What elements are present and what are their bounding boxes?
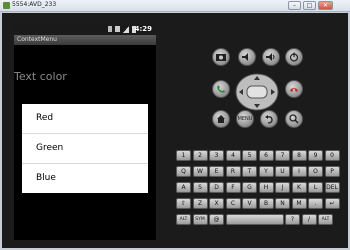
key-5[interactable]: 5 bbox=[242, 150, 257, 161]
key-s[interactable]: S bbox=[192, 182, 208, 193]
text-color-label[interactable]: Text color bbox=[14, 70, 67, 83]
close-button[interactable]: ✕ bbox=[318, 1, 333, 10]
menu-item-green[interactable]: Green bbox=[22, 134, 148, 163]
hardware-keyboard: 1 2 3 4 5 6 7 8 9 0 Q W E R T Y U I O P A S D F G H J K L DEL ⇧ Z X C V B N M… bbox=[176, 150, 340, 238]
key-c[interactable]: C bbox=[225, 198, 241, 209]
key-sym[interactable]: SYM bbox=[192, 214, 208, 225]
key-@[interactable]: @ bbox=[209, 214, 224, 225]
key-alt[interactable]: ALT bbox=[318, 214, 333, 225]
key-2[interactable]: 2 bbox=[192, 150, 208, 161]
app-title: ContextMenu bbox=[17, 36, 57, 43]
menu-item-red[interactable]: Red bbox=[22, 104, 148, 133]
volume-up-icon bbox=[266, 53, 275, 61]
call-button[interactable] bbox=[212, 80, 230, 98]
key-u[interactable]: U bbox=[275, 166, 290, 177]
key-⇧[interactable]: ⇧ bbox=[176, 198, 191, 209]
app-icon bbox=[3, 2, 10, 9]
volume-down-button[interactable] bbox=[238, 48, 256, 66]
key-8[interactable]: 8 bbox=[291, 150, 307, 161]
status-time: 4:29 bbox=[134, 25, 152, 33]
key-z[interactable]: Z bbox=[192, 198, 208, 209]
key-v[interactable]: V bbox=[242, 198, 257, 209]
device-screen: 4:29 ContextMenu Text color Red Green Bl… bbox=[14, 24, 156, 240]
volume-up-button[interactable] bbox=[262, 48, 280, 66]
key-j[interactable]: J bbox=[275, 182, 290, 193]
key-n[interactable]: N bbox=[275, 198, 290, 209]
volume-down-icon bbox=[242, 53, 248, 61]
key-x[interactable]: X bbox=[209, 198, 224, 209]
key-1[interactable]: 1 bbox=[176, 150, 191, 161]
key-h[interactable]: H bbox=[258, 182, 274, 193]
back-button[interactable] bbox=[260, 110, 278, 128]
camera-button[interactable] bbox=[212, 48, 230, 66]
signal-icon bbox=[123, 26, 129, 33]
status-bar: 4:29 bbox=[14, 24, 156, 35]
home-button[interactable] bbox=[212, 110, 230, 128]
key-3[interactable]: 3 bbox=[209, 150, 224, 161]
key-o[interactable]: O bbox=[308, 166, 323, 177]
key-f[interactable]: F bbox=[225, 182, 241, 193]
key-k[interactable]: K bbox=[291, 182, 307, 193]
key-0[interactable]: 0 bbox=[324, 150, 340, 161]
minimize-button[interactable]: – bbox=[288, 1, 301, 10]
key-g[interactable]: G bbox=[242, 182, 257, 193]
window-titlebar: 5554:AVD_233 – □ ✕ bbox=[0, 0, 350, 12]
key-del[interactable]: DEL bbox=[324, 182, 340, 193]
key-space[interactable] bbox=[225, 214, 284, 225]
back-icon bbox=[265, 115, 273, 124]
key-9[interactable]: 9 bbox=[308, 150, 323, 161]
key-t[interactable]: T bbox=[242, 166, 257, 177]
sdcard-icon bbox=[115, 26, 120, 32]
maximize-button[interactable]: □ bbox=[303, 1, 316, 10]
key-q[interactable]: Q bbox=[176, 166, 191, 177]
menu-button[interactable]: MENU bbox=[236, 110, 254, 128]
key-6[interactable]: 6 bbox=[258, 150, 274, 161]
key-y[interactable]: Y bbox=[258, 166, 274, 177]
end-call-button[interactable] bbox=[285, 80, 303, 98]
search-icon bbox=[289, 114, 299, 124]
end-call-icon bbox=[290, 88, 298, 92]
window-title: 5554:AVD_233 bbox=[12, 1, 57, 8]
key-4[interactable]: 4 bbox=[225, 150, 241, 161]
usb-icon bbox=[108, 26, 112, 32]
dpad-center[interactable] bbox=[246, 85, 268, 99]
key-m[interactable]: M bbox=[291, 198, 307, 209]
power-icon bbox=[289, 52, 299, 62]
key-w[interactable]: W bbox=[192, 166, 208, 177]
power-button[interactable] bbox=[285, 48, 303, 66]
call-icon bbox=[217, 85, 225, 93]
dpad[interactable] bbox=[235, 73, 279, 111]
key-d[interactable]: D bbox=[209, 182, 224, 193]
camera-icon bbox=[216, 54, 226, 61]
key-b[interactable]: B bbox=[258, 198, 274, 209]
key-alt[interactable]: ALT bbox=[176, 214, 191, 225]
key-e[interactable]: E bbox=[209, 166, 224, 177]
key-p[interactable]: P bbox=[324, 166, 340, 177]
key-l[interactable]: L bbox=[308, 182, 323, 193]
app-title-bar: ContextMenu bbox=[14, 35, 156, 45]
key-a[interactable]: A bbox=[176, 182, 191, 193]
menu-item-blue[interactable]: Blue bbox=[22, 164, 148, 193]
key-.[interactable]: . bbox=[308, 198, 323, 209]
context-menu: Red Green Blue bbox=[22, 104, 148, 193]
home-icon bbox=[217, 115, 225, 123]
key-7[interactable]: 7 bbox=[275, 150, 290, 161]
key-i[interactable]: I bbox=[291, 166, 307, 177]
key-/[interactable]: / bbox=[301, 214, 317, 225]
key-?[interactable]: ? bbox=[285, 214, 300, 225]
key-↵[interactable]: ↵ bbox=[324, 198, 340, 209]
search-button[interactable] bbox=[285, 110, 303, 128]
key-r[interactable]: R bbox=[225, 166, 241, 177]
